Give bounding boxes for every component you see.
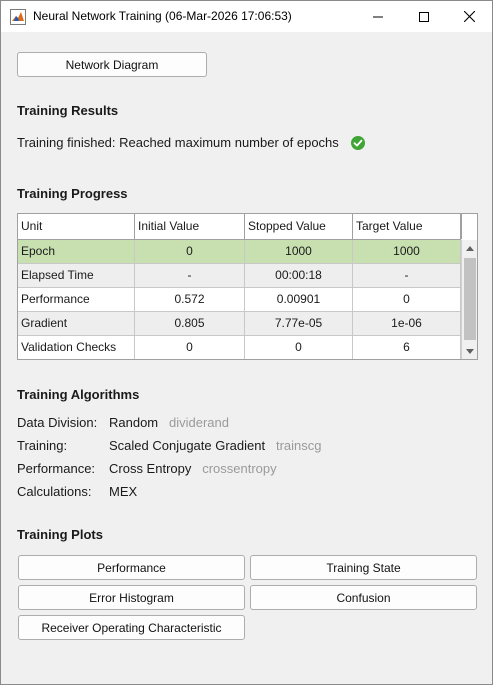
table-cell: Elapsed Time bbox=[18, 264, 135, 287]
training-state-plot-button[interactable]: Training State bbox=[250, 555, 477, 580]
table-scrollbar[interactable] bbox=[461, 240, 477, 359]
algorithm-name: Scaled Conjugate Gradient bbox=[109, 438, 266, 453]
algorithm-label-performance: Performance: bbox=[17, 461, 96, 476]
minimize-button[interactable] bbox=[355, 1, 401, 32]
window-title: Neural Network Training (06-Mar-2026 17:… bbox=[33, 9, 292, 23]
algorithm-name: Cross Entropy bbox=[109, 461, 192, 476]
algorithm-value-performance: Cross Entropy crossentropy bbox=[109, 461, 277, 476]
algorithm-label-calculations: Calculations: bbox=[17, 484, 92, 499]
table-cell: 0.572 bbox=[135, 288, 245, 311]
column-header-target: Target Value bbox=[353, 214, 461, 239]
algorithm-value-data-division: Random dividerand bbox=[109, 415, 229, 430]
table-cell: Epoch bbox=[18, 240, 135, 263]
algorithm-label-training: Training: bbox=[17, 438, 68, 453]
table-cell: Validation Checks bbox=[18, 336, 135, 359]
algorithm-label-data-division: Data Division: bbox=[17, 415, 98, 430]
table-cell: 0.805 bbox=[135, 312, 245, 335]
minimize-icon bbox=[373, 16, 383, 17]
chevron-up-icon bbox=[466, 245, 474, 251]
column-header-unit: Unit bbox=[18, 214, 135, 239]
training-plots-heading: Training Plots bbox=[17, 527, 103, 542]
roc-plot-button[interactable]: Receiver Operating Characteristic bbox=[18, 615, 245, 640]
algorithm-value-calculations: MEX bbox=[109, 484, 137, 499]
table-cell: Performance bbox=[18, 288, 135, 311]
table-header: Unit Initial Value Stopped Value Target … bbox=[18, 214, 461, 240]
algorithm-name: Random bbox=[109, 415, 159, 430]
table-cell: 6 bbox=[353, 336, 461, 359]
table-row[interactable]: Epoch 0 1000 1000 bbox=[18, 240, 461, 264]
table-row[interactable]: Performance 0.572 0.00901 0 bbox=[18, 288, 461, 312]
training-progress-heading: Training Progress bbox=[17, 186, 128, 201]
table-cell: 0 bbox=[135, 336, 245, 359]
close-icon bbox=[463, 11, 475, 22]
table-row[interactable]: Elapsed Time - 00:00:18 - bbox=[18, 264, 461, 288]
algorithm-name: MEX bbox=[109, 484, 138, 499]
scrollbar-thumb[interactable] bbox=[464, 258, 476, 340]
training-algorithms-heading: Training Algorithms bbox=[17, 387, 140, 402]
algorithm-function: trainscg bbox=[275, 438, 322, 453]
table-cell: 1000 bbox=[353, 240, 461, 263]
maximize-button[interactable] bbox=[401, 1, 447, 32]
scroll-up-button[interactable] bbox=[462, 240, 477, 256]
title-bar: Neural Network Training (06-Mar-2026 17:… bbox=[1, 1, 492, 32]
table-cell: 7.77e-05 bbox=[245, 312, 353, 335]
header-corner bbox=[461, 214, 477, 239]
table-cell: 0.00901 bbox=[245, 288, 353, 311]
table-cell: Gradient bbox=[18, 312, 135, 335]
confusion-plot-button[interactable]: Confusion bbox=[250, 585, 477, 610]
training-progress-table: Unit Initial Value Stopped Value Target … bbox=[17, 213, 478, 360]
algorithm-function: crossentropy bbox=[202, 461, 277, 476]
table-cell: 00:00:18 bbox=[245, 264, 353, 287]
chevron-down-icon bbox=[466, 348, 474, 354]
table-cell: 1e-06 bbox=[353, 312, 461, 335]
training-results-heading: Training Results bbox=[17, 103, 119, 118]
table-cell: 1000 bbox=[245, 240, 353, 263]
error-histogram-plot-button[interactable]: Error Histogram bbox=[18, 585, 245, 610]
algorithm-function: dividerand bbox=[168, 415, 229, 430]
column-header-stopped: Stopped Value bbox=[245, 214, 353, 239]
performance-plot-button[interactable]: Performance bbox=[18, 555, 245, 580]
close-button[interactable] bbox=[446, 1, 492, 32]
training-window: Neural Network Training (06-Mar-2026 17:… bbox=[0, 0, 493, 685]
table-cell: 0 bbox=[353, 288, 461, 311]
algorithm-value-training: Scaled Conjugate Gradient trainscg bbox=[109, 438, 321, 453]
check-circle-icon bbox=[351, 136, 365, 150]
table-row[interactable]: Gradient 0.805 7.77e-05 1e-06 bbox=[18, 312, 461, 336]
column-header-initial: Initial Value bbox=[135, 214, 245, 239]
training-status-text: Training finished: Reached maximum numbe… bbox=[17, 135, 339, 150]
table-cell: 0 bbox=[245, 336, 353, 359]
maximize-icon bbox=[419, 11, 429, 22]
table-cell: - bbox=[135, 264, 245, 287]
network-diagram-button[interactable]: Network Diagram bbox=[17, 52, 207, 77]
matlab-app-icon bbox=[10, 9, 26, 25]
table-cell: - bbox=[353, 264, 461, 287]
scroll-down-button[interactable] bbox=[462, 343, 477, 359]
table-row[interactable]: Validation Checks 0 0 6 bbox=[18, 336, 461, 359]
table-cell: 0 bbox=[135, 240, 245, 263]
